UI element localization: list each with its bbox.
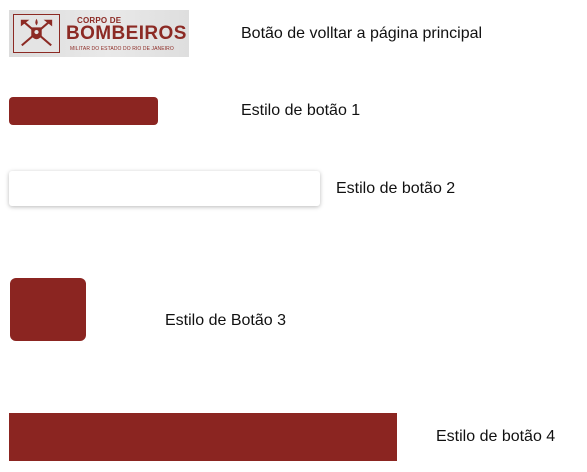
logo-line-subtitle: MILITAR DO ESTADO DO RIO DE JANEIRO — [70, 46, 174, 52]
logo-line-bombeiros: BOMBEIROS — [66, 23, 187, 44]
button-style-1[interactable] — [9, 97, 158, 125]
button-style-2[interactable] — [9, 171, 320, 206]
firefighter-emblem-icon — [13, 14, 60, 53]
home-logo-button[interactable]: CORPO DE BOMBEIROS MILITAR DO ESTADO DO … — [9, 10, 189, 57]
label-back-to-main: Botão de volltar a página principal — [241, 25, 483, 42]
label-button-style-1: Estilo de botão 1 — [241, 102, 361, 119]
label-button-style-4: Estilo de botão 4 — [436, 428, 556, 445]
label-button-style-2: Estilo de botão 2 — [336, 180, 456, 197]
button-style-3[interactable] — [10, 278, 86, 341]
label-button-style-3: Estilo de Botão 3 — [165, 312, 286, 329]
button-style-4[interactable] — [9, 413, 397, 461]
